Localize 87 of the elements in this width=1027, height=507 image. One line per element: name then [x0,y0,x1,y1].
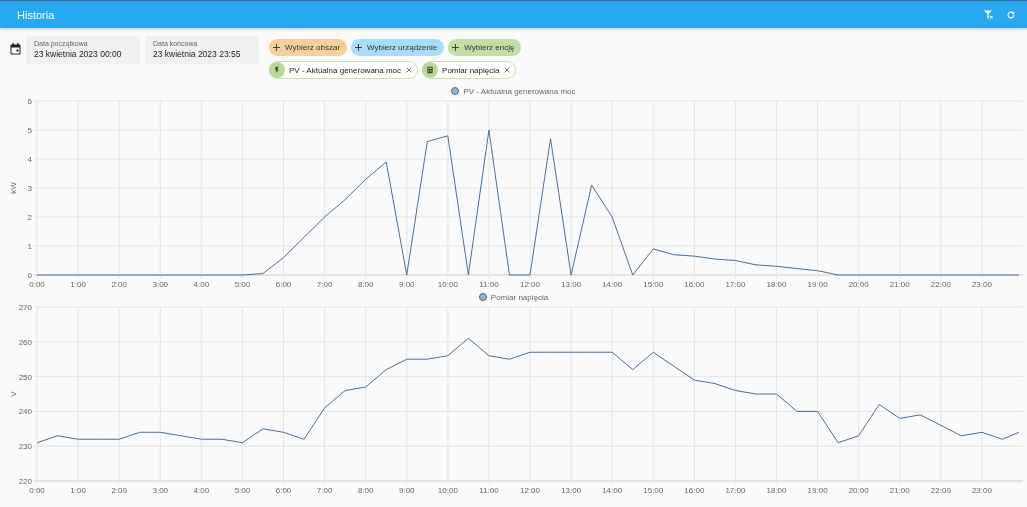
tick-label: 240 [18,407,32,417]
tick-label: 12:00 [520,280,540,289]
tick-label: 1 [27,242,32,251]
tick-label: 6:00 [275,486,292,495]
tick-label: 12:00 [520,486,540,495]
tick-label: 3 [27,184,32,193]
tick-label: 22:00 [930,486,951,495]
refresh-icon [1006,9,1016,20]
tick-label: 7:00 [316,280,333,289]
tick-label: 11:00 [479,280,499,289]
tick-label: 6 [27,97,32,106]
tick-label: 17:00 [725,280,746,289]
tick-label: 8:00 [357,280,374,289]
tick-label: 2:00 [111,280,127,289]
tick-label: 3:00 [152,280,169,289]
field-value: 23 kwietnia 2023 23:55 [153,48,242,60]
tick-label: 22:00 [930,280,951,289]
legend-label: PV - Aktualna generowana moc [463,86,576,96]
close-icon [504,67,511,73]
tick-label: 5:00 [234,486,251,495]
tick-label: 250 [18,372,32,382]
tick-label: 4 [27,155,32,164]
plus-icon [355,44,363,51]
tick-label: 4:00 [193,280,210,289]
tick-label: 17:00 [725,486,746,495]
axis-title: V [9,391,18,397]
tick-label: 14:00 [602,486,623,495]
page-title: Historia [17,8,56,21]
tick-label: 4:00 [193,486,210,495]
flash-icon [273,66,281,74]
tick-label: 9:00 [398,280,415,289]
close-icon [406,67,413,73]
calculator-icon [426,66,435,74]
tick-label: 220 [18,477,32,486]
legend-label: Pomiar napięcia [490,292,549,302]
tick-label: 10:00 [437,486,458,495]
tick-label: 14:00 [602,280,623,289]
tick-label: 1:00 [70,486,86,495]
tick-label: 6:00 [275,280,292,289]
tick-label: 8:00 [357,486,374,495]
plus-icon [273,44,280,51]
filter-remove-icon [982,9,994,20]
tick-label: 13:00 [561,486,582,495]
chip-label: Pomiar napięcia [442,65,500,75]
field-value: 23 kwietnia 2023 00:00 [34,48,123,60]
tick-label: 21:00 [889,486,910,495]
tick-label: 230 [18,442,32,452]
tick-label: 0:00 [29,486,45,495]
tick-label: 19:00 [807,280,828,289]
tick-label: 15:00 [643,280,664,289]
tick-label: 7:00 [316,486,333,495]
calendar-icon[interactable] [10,43,21,55]
target-picker-chip[interactable]: Wybierz encję [448,39,522,56]
entity-chip[interactable]: PV - Aktualna generowana moc [269,61,419,79]
tick-label: 270 [18,303,32,312]
tick-label: 11:00 [479,486,499,495]
tick-label: 1:00 [70,280,86,289]
tick-label: 20:00 [848,486,869,495]
tick-label: 3:00 [152,486,169,495]
tick-label: 10:00 [437,280,458,289]
chip-label: PV - Aktualna generowana moc [289,65,402,75]
tick-label: 2 [27,213,32,222]
tick-label: 2:00 [111,486,127,495]
remove-button[interactable] [503,66,512,74]
entity-chip[interactable]: Pomiar napięcia [422,61,517,79]
tick-label: 5:00 [234,280,251,289]
tick-label: 19:00 [807,486,828,495]
tick-label: 20:00 [848,280,869,289]
tick-label: 16:00 [684,280,705,289]
tick-label: 9:00 [398,486,415,495]
axis-title: kW [9,182,18,194]
tick-label: 5 [27,126,32,135]
tick-label: 0:00 [29,280,45,289]
tick-label: 16:00 [684,486,705,495]
tick-label: 0 [27,271,32,280]
tick-label: 23:00 [971,486,992,495]
target-picker-chip[interactable]: Wybierz urządzenie [351,39,445,56]
target-picker-chip[interactable]: Wybierz obszar [269,39,348,56]
remove-button[interactable] [405,66,414,74]
tick-label: 18:00 [766,486,787,495]
plus-icon [452,44,460,51]
tick-label: 13:00 [561,280,582,289]
tick-label: 15:00 [643,486,664,495]
tick-label: 18:00 [766,280,787,289]
tick-label: 260 [18,337,32,347]
tick-label: 23:00 [971,280,992,289]
tick-label: 21:00 [889,280,910,289]
